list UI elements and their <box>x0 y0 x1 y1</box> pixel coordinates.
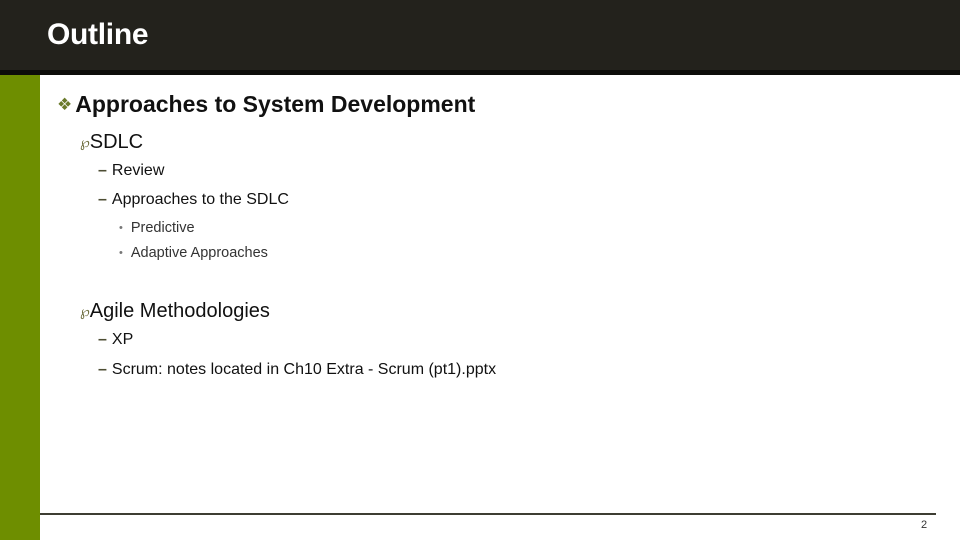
section-agile: ℘ Agile Methodologies <box>80 300 270 323</box>
list-item: – Scrum: notes located in Ch10 Extra - Sc… <box>98 361 496 379</box>
item-label: XP <box>111 331 134 348</box>
page-number: 2 <box>921 519 928 531</box>
list-subitem: • Adaptive Approaches <box>119 245 268 261</box>
section-label: SDLC <box>89 131 144 153</box>
item-label: Scrum: notes located in Ch10 Extra - Scr… <box>111 361 497 378</box>
footer-divider <box>40 513 936 515</box>
heading-text: Approaches to System Development <box>75 91 476 117</box>
curl-bullet-icon: ℘ <box>80 304 90 320</box>
dash-bullet-icon: – <box>98 361 107 378</box>
slide-content: ❖ Approaches to System Development ℘ SDLC … <box>0 0 960 540</box>
subitem-label: Adaptive Approaches <box>130 245 268 261</box>
list-item: – Approaches to the SDLC <box>98 191 289 209</box>
list-item: – XP <box>98 331 133 349</box>
four-diamond-bullet-icon: ❖ <box>57 95 73 114</box>
dot-bullet-icon: • <box>119 247 123 259</box>
outline-heading: ❖ Approaches to System Development <box>57 91 475 118</box>
section-label: Agile Methodologies <box>89 300 270 322</box>
subitem-label: Predictive <box>130 220 195 236</box>
item-label: Approaches to the SDLC <box>111 191 289 208</box>
curl-bullet-icon: ℘ <box>80 135 90 151</box>
dash-bullet-icon: – <box>98 331 107 348</box>
section-sdlc: ℘ SDLC <box>80 131 143 154</box>
list-item: – Review <box>98 162 164 180</box>
dash-bullet-icon: – <box>98 191 107 208</box>
dash-bullet-icon: – <box>98 162 107 179</box>
item-label: Review <box>111 162 165 179</box>
dot-bullet-icon: • <box>119 222 123 234</box>
list-subitem: • Predictive <box>119 220 195 236</box>
